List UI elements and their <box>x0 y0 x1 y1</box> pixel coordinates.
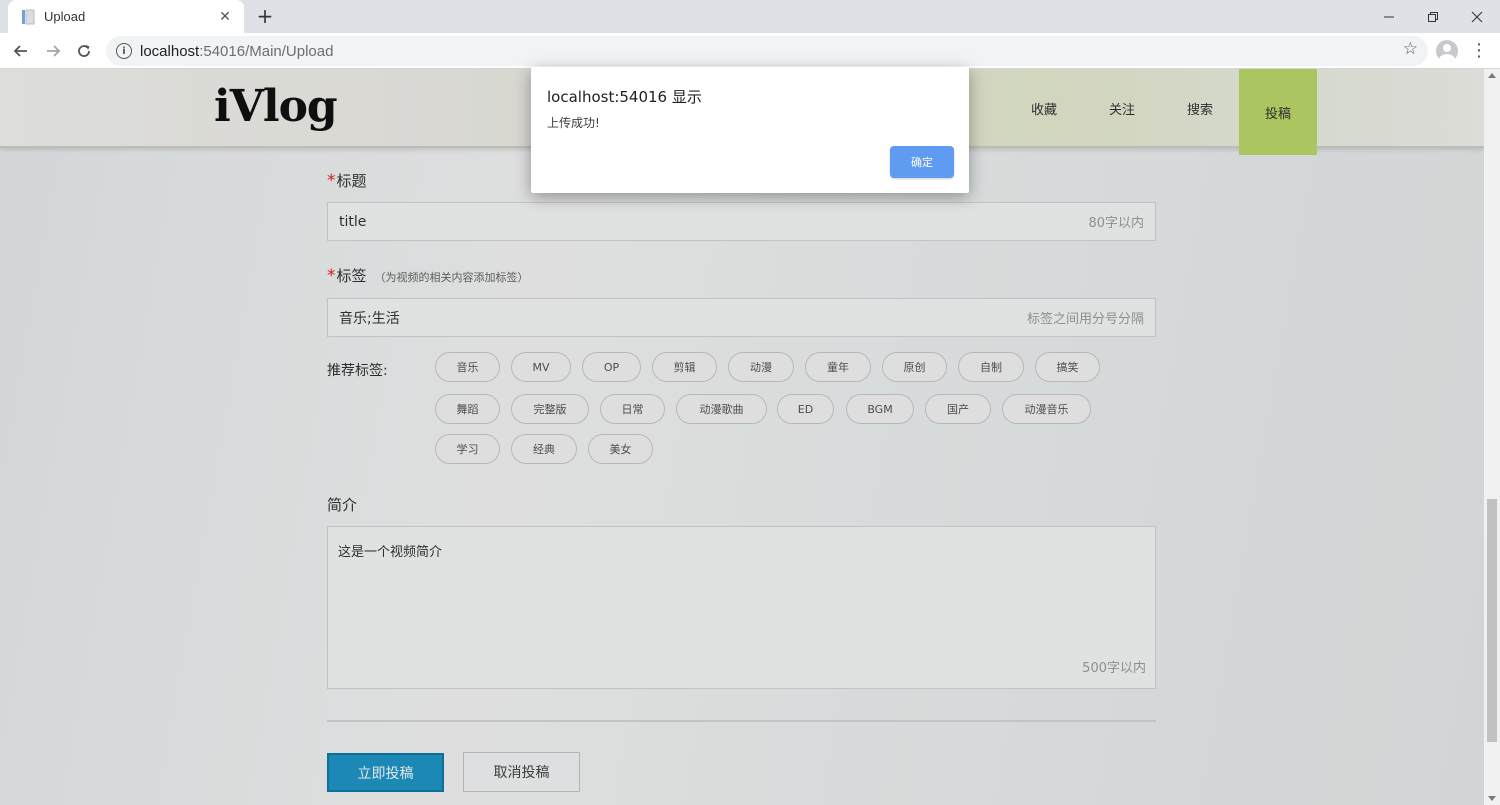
url-path: :54016/Main/Upload <box>199 42 334 60</box>
reload-icon[interactable] <box>71 38 97 64</box>
restore-icon[interactable] <box>1410 0 1456 33</box>
tab-title: Upload <box>44 9 86 24</box>
page-scrollbar[interactable] <box>1484 69 1500 805</box>
tab-close-icon[interactable]: ✕ <box>216 9 234 25</box>
url-host: localhost <box>140 42 200 60</box>
close-icon[interactable] <box>1454 0 1500 33</box>
info-icon[interactable]: i <box>116 43 132 59</box>
minimize-icon[interactable] <box>1366 0 1412 33</box>
address-bar[interactable]: i localhost :54016/Main/Upload ☆ <box>106 36 1428 66</box>
scroll-thumb[interactable] <box>1487 499 1497 742</box>
dialog-message: 上传成功! <box>547 116 600 130</box>
dialog-title: localhost:54016 显示 <box>547 88 702 106</box>
dialog-ok-button[interactable]: 确定 <box>890 146 954 178</box>
new-tab-button[interactable]: + <box>254 4 276 28</box>
scroll-up-arrow-icon[interactable] <box>1488 73 1496 78</box>
browser-tab[interactable]: Upload ✕ <box>8 0 244 33</box>
scroll-down-arrow-icon[interactable] <box>1488 796 1496 801</box>
star-icon[interactable]: ☆ <box>1403 39 1418 59</box>
kebab-menu-icon[interactable]: ⋮ <box>1470 38 1488 64</box>
browser-toolbar: i localhost :54016/Main/Upload ☆ ⋮ <box>0 33 1500 69</box>
tab-strip: Upload ✕ + <box>0 0 1500 33</box>
forward-arrow-icon[interactable] <box>40 38 66 64</box>
alert-dialog: localhost:54016 显示 上传成功! 确定 <box>531 67 969 193</box>
profile-avatar-icon[interactable] <box>1436 40 1458 62</box>
page-favicon-icon <box>20 9 36 25</box>
back-arrow-icon[interactable] <box>8 38 34 64</box>
